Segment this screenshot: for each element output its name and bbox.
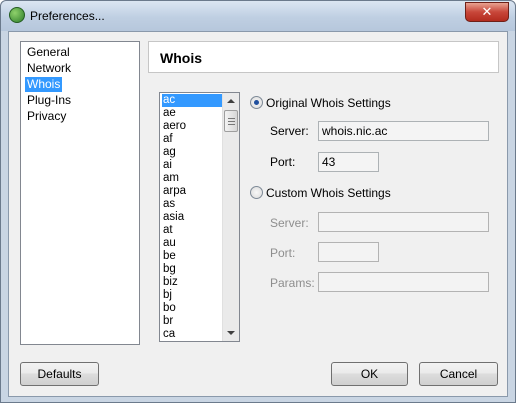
preferences-window: Preferences... ✕ General Network Whois P… <box>0 0 516 403</box>
title-bar[interactable]: Preferences... ✕ <box>1 1 515 31</box>
cancel-button[interactable]: Cancel <box>419 362 498 386</box>
tld-list-item[interactable]: ca <box>162 328 222 341</box>
original-server-label: Server: <box>270 124 309 138</box>
tld-list-item[interactable]: am <box>162 172 222 185</box>
tld-list-item[interactable]: ag <box>162 146 222 159</box>
tld-list-item[interactable]: au <box>162 237 222 250</box>
nav-item-network[interactable]: Network <box>25 61 73 76</box>
tld-list[interactable]: ac ae aero af ag ai am arpa as asia at au be bg biz bj b… <box>159 92 240 342</box>
tld-list-item[interactable]: biz <box>162 276 222 289</box>
custom-settings-label[interactable]: Custom Whois Settings <box>266 186 391 200</box>
tld-list-item[interactable]: ai <box>162 159 222 172</box>
original-settings-label[interactable]: Original Whois Settings <box>266 96 391 110</box>
tld-list-item[interactable]: as <box>162 198 222 211</box>
custom-port-label: Port: <box>270 246 296 260</box>
original-port-field[interactable]: 43 <box>318 152 379 172</box>
tld-list-item[interactable]: arpa <box>162 185 222 198</box>
original-port-label: Port: <box>270 155 296 169</box>
panel-title: Whois <box>160 50 202 66</box>
original-server-field[interactable]: whois.nic.ac <box>318 121 489 141</box>
tld-list-scrollbar[interactable] <box>222 93 239 341</box>
tld-list-item[interactable]: bo <box>162 302 222 315</box>
scroll-up-arrow-icon[interactable] <box>227 99 235 103</box>
tld-list-item[interactable]: ac <box>162 94 222 107</box>
nav-item-general[interactable]: General <box>25 45 72 60</box>
tld-list-item[interactable]: aero <box>162 120 222 133</box>
original-settings-radio[interactable] <box>250 96 263 109</box>
dialog-body: General Network Whois Plug-Ins Privacy W… <box>8 31 508 397</box>
tld-list-item[interactable]: ae <box>162 107 222 120</box>
close-icon: ✕ <box>481 4 493 19</box>
scroll-thumb[interactable] <box>224 110 238 132</box>
tld-list-item[interactable]: af <box>162 133 222 146</box>
app-globe-icon <box>9 7 25 23</box>
tld-list-item[interactable]: be <box>162 250 222 263</box>
tld-list-item[interactable]: bj <box>162 289 222 302</box>
tld-list-item[interactable]: br <box>162 315 222 328</box>
window-title: Preferences... <box>30 9 105 23</box>
panel-header: Whois <box>148 41 499 73</box>
nav-item-plug-ins[interactable]: Plug-Ins <box>25 93 73 108</box>
tld-list-item[interactable]: bg <box>162 263 222 276</box>
custom-port-field[interactable] <box>318 242 379 262</box>
scroll-down-arrow-icon[interactable] <box>227 331 235 335</box>
custom-params-label: Params: <box>270 276 315 290</box>
defaults-button[interactable]: Defaults <box>20 362 99 386</box>
tld-list-item[interactable]: asia <box>162 211 222 224</box>
nav-item-whois[interactable]: Whois <box>25 77 63 92</box>
custom-settings-radio[interactable] <box>250 186 263 199</box>
preferences-nav-list[interactable]: General Network Whois Plug-Ins Privacy <box>20 41 140 345</box>
custom-server-label: Server: <box>270 216 309 230</box>
tld-list-item[interactable]: at <box>162 224 222 237</box>
close-button[interactable]: ✕ <box>465 2 509 22</box>
nav-item-privacy[interactable]: Privacy <box>25 109 68 124</box>
custom-server-field[interactable] <box>318 212 489 232</box>
ok-button[interactable]: OK <box>331 362 408 386</box>
custom-params-field[interactable] <box>318 272 489 292</box>
